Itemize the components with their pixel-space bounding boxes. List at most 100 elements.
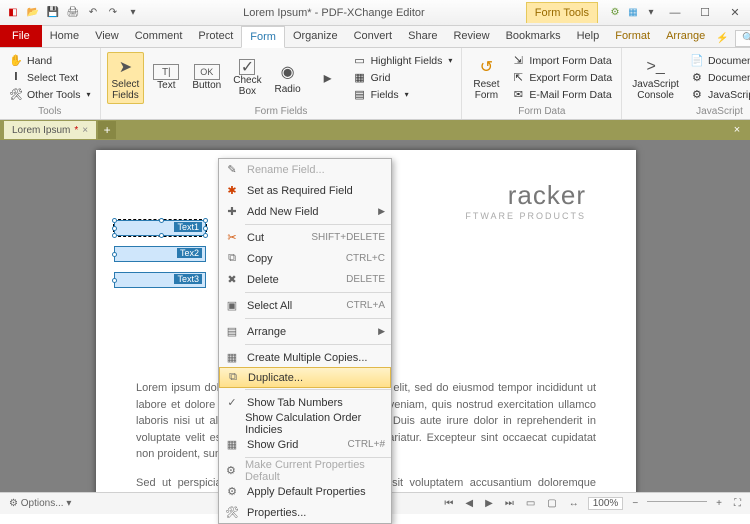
- document-javascript[interactable]: 📄Document JavaScript: [687, 53, 750, 69]
- tab-bookmarks[interactable]: Bookmarks: [498, 25, 569, 47]
- tab-review[interactable]: Review: [445, 25, 497, 47]
- tab-home[interactable]: Home: [42, 25, 87, 47]
- gear-icon: ⚙: [9, 498, 18, 509]
- import-form-data[interactable]: ⇲Import Form Data: [508, 53, 615, 69]
- zoom-value[interactable]: 100%: [588, 497, 624, 510]
- form-field[interactable]: Text1: [114, 220, 206, 236]
- reset-form-button[interactable]: ↺Reset Form: [468, 53, 504, 103]
- menu-select-all[interactable]: ▣Select AllCTRL+A: [219, 295, 391, 316]
- document-actions[interactable]: ⚙Document Actions: [687, 70, 750, 86]
- checkbox-field-button[interactable]: ✓Check Box: [229, 57, 265, 99]
- js-console-button[interactable]: >_JavaScript Console: [628, 53, 683, 103]
- ribbon-tabs: File Home View Comment Protect Form Orga…: [0, 26, 750, 48]
- ui-options-icon[interactable]: ⚙: [606, 4, 624, 22]
- tab-organize[interactable]: Organize: [285, 25, 346, 47]
- form-field[interactable]: Tex2: [114, 246, 206, 262]
- print-icon[interactable]: 🖨: [64, 4, 82, 22]
- tools-icon: 🛠: [9, 88, 23, 102]
- menu-duplicate[interactable]: ⧉Duplicate...: [219, 367, 391, 388]
- highlight-icon: ▭: [353, 54, 367, 68]
- menu-copy[interactable]: ⧉CopyCTRL+C: [219, 248, 391, 269]
- qat-more-icon[interactable]: ▾: [124, 4, 142, 22]
- menu-delete[interactable]: ✖DeleteDELETE: [219, 269, 391, 290]
- new-tab-button[interactable]: +: [98, 121, 116, 139]
- arrange-icon: ▤: [223, 324, 241, 340]
- menu-show-tab-numbers[interactable]: ✓Show Tab Numbers: [219, 392, 391, 413]
- select-fields-button[interactable]: ➤Select Fields: [107, 52, 145, 104]
- zoom-slider[interactable]: [647, 501, 707, 502]
- tab-comment[interactable]: Comment: [127, 25, 191, 47]
- radio-field-button[interactable]: ◉Radio: [270, 58, 306, 97]
- tab-help[interactable]: Help: [569, 25, 608, 47]
- tab-format[interactable]: Format: [607, 25, 658, 47]
- close-button[interactable]: ✕: [720, 2, 750, 24]
- undo-icon[interactable]: ↶: [84, 4, 102, 22]
- zoom-in-icon[interactable]: +: [713, 498, 725, 509]
- tab-convert[interactable]: Convert: [346, 25, 401, 47]
- menu-show-grid[interactable]: ▦Show GridCTRL+#: [219, 434, 391, 455]
- menu-multiple-copies[interactable]: ▦Create Multiple Copies...: [219, 347, 391, 368]
- other-tools[interactable]: 🛠Other Tools▾: [6, 87, 94, 103]
- menu-required[interactable]: ✱Set as Required Field: [219, 180, 391, 201]
- submenu-arrow-icon: ▶: [378, 326, 385, 337]
- grid-icon: ▦: [353, 71, 367, 85]
- ribbon-group-form-data: ↺Reset Form ⇲Import Form Data ⇱Export Fo…: [462, 48, 622, 119]
- tab-share[interactable]: Share: [400, 25, 445, 47]
- file-tab[interactable]: File: [0, 25, 42, 47]
- quick-launch-icon[interactable]: ⚡: [713, 29, 731, 47]
- highlight-fields[interactable]: ▭Highlight Fields▾: [350, 53, 456, 69]
- more-fields[interactable]: ▸: [310, 64, 346, 92]
- menu-rename: ✎Rename Field...: [219, 159, 391, 180]
- tab-form[interactable]: Form: [241, 26, 285, 48]
- last-page-icon[interactable]: ⏭: [502, 498, 517, 509]
- submenu-arrow-icon: ▶: [378, 206, 385, 217]
- textbox-icon: T|: [153, 64, 179, 80]
- minimize-button[interactable]: —: [660, 2, 690, 24]
- export-form-data[interactable]: ⇱Export Form Data: [508, 70, 615, 86]
- fields-more[interactable]: ▤Fields▾: [350, 87, 456, 103]
- qat-dropdown-icon[interactable]: ▾: [642, 4, 660, 22]
- apply-icon: ⚙: [223, 484, 241, 500]
- document-tab[interactable]: Lorem Ipsum*×: [4, 121, 96, 139]
- reset-icon: ↺: [474, 55, 498, 79]
- first-page-icon[interactable]: ⏮: [441, 498, 456, 509]
- close-tab-icon[interactable]: ×: [82, 125, 88, 136]
- context-menu: ✎Rename Field... ✱Set as Required Field …: [218, 158, 392, 524]
- fullscreen-icon[interactable]: ⛶: [731, 498, 744, 509]
- fit-width-icon[interactable]: ↔: [566, 498, 582, 509]
- console-icon: >_: [644, 55, 668, 79]
- tabstrip-close-icon[interactable]: ×: [728, 124, 746, 136]
- view-mode-icon[interactable]: ▭: [523, 498, 538, 509]
- layout-icon[interactable]: ▦: [624, 4, 642, 22]
- text-field-button[interactable]: T|Text: [148, 62, 184, 93]
- fit-page-icon[interactable]: ▢: [544, 498, 559, 509]
- open-icon[interactable]: 📂: [24, 4, 42, 22]
- menu-cut[interactable]: ✂CutSHIFT+DELETE: [219, 227, 391, 248]
- find-button[interactable]: 🔍Find...: [735, 30, 750, 47]
- javascript-options[interactable]: ⚙JavaScript Options: [687, 87, 750, 103]
- tab-arrange[interactable]: Arrange: [658, 25, 713, 47]
- ok-icon: OK: [194, 64, 220, 80]
- doc-js-icon: 📄: [690, 54, 704, 68]
- select-text-tool[interactable]: 𝐈Select Text: [6, 70, 94, 86]
- zoom-out-icon[interactable]: −: [629, 498, 641, 509]
- save-icon[interactable]: 💾: [44, 4, 62, 22]
- email-form-data[interactable]: ✉E-Mail Form Data: [508, 87, 615, 103]
- menu-add-field[interactable]: ✚Add New Field▶: [219, 201, 391, 222]
- options-button[interactable]: ⚙ Options... ▾: [6, 498, 74, 509]
- next-page-icon[interactable]: ▶: [482, 498, 496, 509]
- grid-toggle[interactable]: ▦Grid: [350, 70, 456, 86]
- app-icon[interactable]: ◧: [4, 4, 22, 22]
- form-field[interactable]: Text3: [114, 272, 206, 288]
- hand-tool[interactable]: ✋Hand: [6, 53, 94, 69]
- redo-icon[interactable]: ↷: [104, 4, 122, 22]
- menu-properties[interactable]: 🛠Properties...: [219, 502, 391, 523]
- menu-calc-order[interactable]: Show Calculation Order Indicies: [219, 413, 391, 434]
- button-field-button[interactable]: OKButton: [188, 62, 225, 93]
- tab-protect[interactable]: Protect: [190, 25, 241, 47]
- menu-apply-default[interactable]: ⚙Apply Default Properties: [219, 481, 391, 502]
- maximize-button[interactable]: ☐: [690, 2, 720, 24]
- menu-arrange[interactable]: ▤Arrange▶: [219, 321, 391, 342]
- tab-view[interactable]: View: [87, 25, 127, 47]
- prev-page-icon[interactable]: ◀: [462, 498, 476, 509]
